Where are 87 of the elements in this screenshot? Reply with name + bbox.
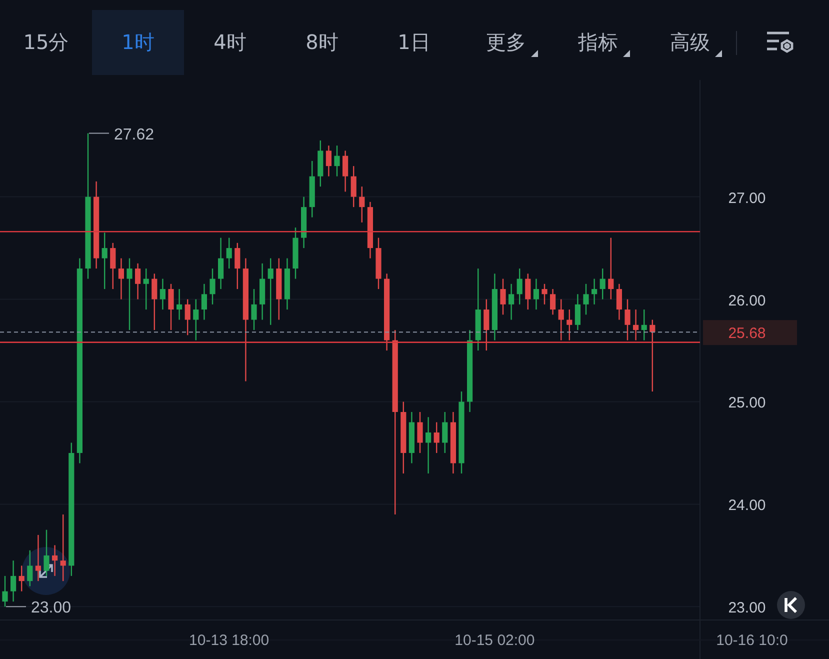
candlestick <box>624 299 630 340</box>
candlestick <box>550 289 556 315</box>
candlestick <box>608 238 614 300</box>
candlestick <box>359 186 365 222</box>
candlestick <box>110 242 116 290</box>
time-axis-label: 10-16 10:0 <box>716 632 788 649</box>
candlestick <box>508 284 514 320</box>
candlestick <box>44 530 50 576</box>
leader-line <box>88 132 110 134</box>
candlestick <box>309 160 315 218</box>
candlestick <box>367 202 373 258</box>
candlestick <box>35 534 41 582</box>
candlestick <box>201 284 207 320</box>
time-axis-label: 10-13 18:00 <box>189 632 270 649</box>
candlestick <box>102 232 108 290</box>
candlestick <box>558 299 564 340</box>
candlestick <box>184 299 190 336</box>
price-mark-label: 27.62 <box>114 126 154 144</box>
timeframe-tab[interactable]: 高级 <box>644 10 736 75</box>
price-axis-label: 26.00 <box>728 292 766 310</box>
dropdown-corner-icon <box>715 50 722 57</box>
candlestick <box>574 294 580 330</box>
candlestick <box>284 258 290 310</box>
candlestick <box>234 242 240 290</box>
timeframe-tab[interactable]: 8时 <box>276 10 368 75</box>
timeframe-tab[interactable]: 1日 <box>368 10 460 75</box>
candlestick <box>143 268 149 310</box>
candlestick <box>52 545 58 576</box>
candlestick <box>10 560 16 602</box>
candlestick <box>442 412 448 453</box>
candlestick <box>633 310 639 340</box>
candlestick <box>326 146 332 176</box>
candlestick <box>160 278 166 310</box>
candlestick <box>18 566 24 592</box>
candlestick <box>616 284 622 320</box>
candlestick <box>492 274 498 340</box>
candlestick <box>641 310 647 340</box>
timeframe-tab[interactable]: 1时 <box>92 10 184 75</box>
candlestick <box>400 402 406 474</box>
candlestick <box>592 278 598 304</box>
dropdown-corner-icon <box>531 50 538 57</box>
candlestick <box>118 258 124 300</box>
candlestick <box>533 278 539 310</box>
timeframe-tab[interactable]: 4时 <box>184 10 276 75</box>
timeframe-tab[interactable]: 更多 <box>460 10 552 75</box>
candlestick <box>168 284 174 330</box>
candlestick <box>525 274 531 310</box>
leader-line <box>6 606 26 608</box>
candlestick <box>260 263 266 320</box>
candlestick <box>276 258 282 320</box>
candlestick <box>193 299 199 340</box>
candlestick <box>176 289 182 320</box>
candlestick <box>226 238 232 269</box>
timeframe-tab[interactable]: 指标 <box>552 10 644 75</box>
price-axis-label: 23.00 <box>728 600 766 617</box>
candlestick <box>135 263 141 300</box>
candlestick <box>2 576 8 607</box>
dropdown-corner-icon <box>623 50 630 57</box>
candlestick <box>566 310 572 340</box>
time-axis-label: 10-15 02:00 <box>454 632 535 649</box>
candlestick <box>350 166 356 208</box>
settings-button[interactable] <box>765 29 795 55</box>
candlestick <box>318 140 324 187</box>
candlestick <box>152 274 158 330</box>
price-axis-label: 27.00 <box>728 190 766 207</box>
price-axis-label: 25.00 <box>728 394 766 412</box>
settings-icon <box>765 29 795 55</box>
price-axis-label: 24.00 <box>728 497 766 514</box>
candlestick <box>516 268 522 304</box>
candlestick <box>426 417 432 474</box>
candlestick <box>60 514 66 582</box>
candlestick <box>251 289 257 330</box>
candlestick <box>650 320 656 392</box>
timeframe-tab[interactable]: 15分 <box>0 10 92 75</box>
candlestick <box>342 150 348 192</box>
candlestick <box>27 550 33 586</box>
candlestick <box>434 422 440 453</box>
candlestick <box>218 238 224 290</box>
candlestick <box>450 412 456 474</box>
candlestick <box>268 258 274 325</box>
candlestick <box>301 196 307 248</box>
candlestick <box>600 268 606 300</box>
price-mark-label: 23.00 <box>31 600 72 617</box>
candlestick <box>484 299 490 350</box>
candlestick <box>408 412 414 464</box>
scroll-to-start-button[interactable] <box>777 591 805 619</box>
last-price-label: 25.68 <box>728 325 766 342</box>
